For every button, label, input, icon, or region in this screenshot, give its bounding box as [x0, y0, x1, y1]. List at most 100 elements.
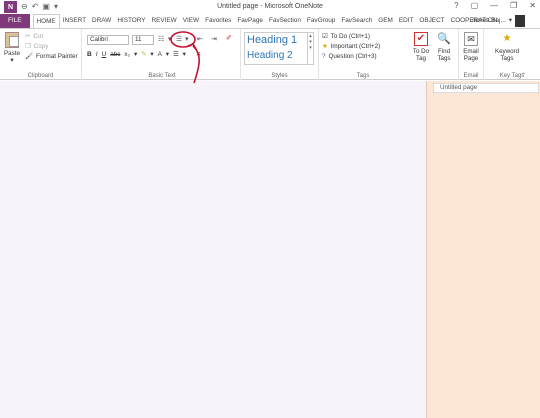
tags-group-label: Tags	[356, 73, 370, 79]
ribbon-tabs: FILE HOME INSERT DRAW HISTORY REVIEW VIE…	[0, 14, 540, 28]
user-account[interactable]: James Baj... ▾	[471, 14, 525, 28]
tab-view[interactable]: VIEW	[180, 14, 202, 28]
format-painter-button[interactable]: 🖌 Format Painter	[25, 52, 78, 62]
title-bar: N ⊖ ↶ ▣ ▾ Untitled page - Microsoft OneN…	[0, 0, 540, 14]
tab-history[interactable]: HISTORY	[114, 14, 148, 28]
cut-label: Cut	[33, 33, 44, 40]
tag-important-label: Important (Ctrl+2)	[330, 43, 381, 50]
chevron-down-icon: ▾	[10, 57, 14, 64]
avatar	[515, 15, 525, 27]
tab-favorites[interactable]: Favorites	[202, 14, 234, 28]
bold-button[interactable]: B	[87, 51, 92, 58]
tag-todo[interactable]: ☑ To Do (Ctrl+1)	[322, 32, 406, 42]
strikethrough-button[interactable]: abc	[110, 51, 120, 58]
tab-insert[interactable]: INSERT	[60, 14, 89, 28]
paste-button[interactable]: Paste ▾	[2, 32, 22, 64]
font-name-input[interactable]: Calibri	[87, 35, 129, 45]
tab-favpage[interactable]: FavPage	[234, 14, 266, 28]
paintbrush-icon: 🖌	[25, 53, 33, 60]
tab-favsearch[interactable]: FavSearch	[338, 14, 375, 28]
ribbon-display-icon[interactable]: ▢	[471, 1, 479, 10]
tab-draw[interactable]: DRAW	[89, 14, 114, 28]
style-heading-1[interactable]: Heading 1	[247, 34, 297, 46]
copy-label: Copy	[33, 43, 49, 50]
chevron-down-icon[interactable]: ▾	[168, 35, 172, 43]
styles-group: Heading 1 Heading 2 ▴ ▾ ▾ Styles	[241, 29, 319, 80]
collapse-ribbon-icon[interactable]: ⌃	[521, 72, 526, 79]
clipboard-group-label: Clipboard	[27, 73, 54, 79]
clipboard-group: Paste ▾ ✂ Cut ❐ Copy 🖌 Format Painter Clipb…	[0, 29, 82, 80]
minimize-icon[interactable]: —	[490, 1, 498, 10]
copy-icon: ❐	[25, 43, 31, 50]
star-icon: ★	[322, 43, 328, 50]
basic-text-group: Calibri 11 ☷ ▾ ☰ ▾ ⇤ ⇥ ✐ B I U abc x₂ ▾ …	[84, 29, 241, 80]
email-page-label: Email Page	[463, 48, 479, 62]
key-tags-group-label: Key Tags	[499, 73, 525, 79]
restore-icon[interactable]: ❐	[510, 1, 517, 10]
close-icon[interactable]: ✕	[529, 1, 536, 10]
page-item[interactable]: Untitled page	[433, 83, 539, 93]
email-group-label: Email	[463, 73, 479, 79]
scissors-icon: ✂	[25, 33, 31, 40]
clipboard-actions: ✂ Cut ❐ Copy 🖌 Format Painter	[25, 32, 78, 62]
styles-gallery[interactable]: Heading 1 Heading 2 ▴ ▾ ▾	[244, 32, 314, 65]
tab-favgroup[interactable]: FavGroup	[304, 14, 338, 28]
find-tags-button[interactable]: 🔍 Find Tags	[433, 32, 455, 62]
tab-file[interactable]: FILE	[0, 14, 30, 28]
help-icon[interactable]: ?	[454, 1, 458, 10]
chevron-down-icon[interactable]: ▾	[185, 35, 189, 43]
tab-gem[interactable]: GEM	[375, 14, 396, 28]
window-controls: ? ▢ — ❐ ✕	[454, 1, 536, 10]
chevron-down-icon[interactable]: ▾	[166, 51, 169, 58]
page-list-panel: Untitled page	[426, 81, 540, 418]
chevron-down-icon[interactable]: ▾	[134, 51, 137, 58]
find-tags-label: Find Tags	[437, 48, 451, 62]
paste-label: Paste	[3, 50, 21, 57]
tab-object[interactable]: OBJECT	[416, 14, 447, 28]
checkbox-icon: ☑	[322, 33, 328, 40]
chevron-down-icon[interactable]: ▾	[150, 51, 153, 58]
keyword-star-icon: ★	[502, 33, 512, 44]
tag-question[interactable]: ? Question (Ctrl+3)	[322, 52, 406, 62]
font-size-input[interactable]: 11	[132, 35, 154, 45]
tags-group: ☑ To Do (Ctrl+1) ★ Important (Ctrl+2) ? Que…	[319, 29, 459, 80]
styles-group-label: Styles	[271, 73, 288, 79]
format-row: B I U abc x₂ ▾ ✎ ▾ A ▾ ☰ ▾ ✕	[87, 51, 201, 58]
decrease-indent-icon[interactable]: ⇤	[197, 35, 203, 43]
delete-icon[interactable]: ✕	[196, 51, 201, 58]
chevron-down-icon: ▾	[508, 17, 512, 24]
cut-button[interactable]: ✂ Cut	[25, 32, 78, 42]
style-heading-2[interactable]: Heading 2	[247, 50, 293, 61]
copy-button[interactable]: ❐ Copy	[25, 42, 78, 52]
keyword-tags-button[interactable]: ★ Keyword Tags	[492, 32, 522, 62]
tab-favsection[interactable]: FavSection	[266, 14, 304, 28]
highlight-icon[interactable]: ✎	[141, 51, 146, 58]
chevron-down-icon[interactable]: ▾	[183, 51, 186, 58]
tab-review[interactable]: REVIEW	[149, 14, 180, 28]
styles-scroll[interactable]: ▴ ▾ ▾	[307, 33, 313, 64]
ribbon: Paste ▾ ✂ Cut ❐ Copy 🖌 Format Painter Clipb…	[0, 28, 540, 80]
tag-question-label: Question (Ctrl+3)	[328, 53, 377, 60]
clipboard-icon	[5, 32, 19, 48]
numbering-icon[interactable]: ☰	[176, 35, 182, 43]
tag-important[interactable]: ★ Important (Ctrl+2)	[322, 42, 406, 52]
italic-button[interactable]: I	[96, 51, 98, 58]
key-tags-group: ★ Keyword Tags Key Tags ⌃	[484, 29, 540, 80]
bullets-icon[interactable]: ☷	[158, 35, 164, 43]
email-page-button[interactable]: ✉ Email Page	[460, 32, 482, 62]
email-group: ✉ Email Page Email	[459, 29, 484, 80]
increase-indent-icon[interactable]: ⇥	[211, 35, 217, 43]
tab-home[interactable]: HOME	[32, 14, 60, 28]
basic-text-group-label: Basic Text	[148, 73, 176, 79]
font-color-icon[interactable]: A	[158, 51, 162, 58]
keyword-tags-label: Keyword Tags	[494, 48, 520, 62]
clear-formatting-icon[interactable]: ✐	[226, 34, 232, 42]
subscript-button[interactable]: x₂	[124, 51, 130, 58]
tags-gallery[interactable]: ☑ To Do (Ctrl+1) ★ Important (Ctrl+2) ? Que…	[322, 32, 406, 62]
align-icon[interactable]: ☰	[173, 51, 179, 58]
note-canvas[interactable]	[0, 81, 426, 418]
todo-tag-label: To Do Tag	[412, 48, 430, 62]
tab-edit[interactable]: EDIT	[396, 14, 417, 28]
underline-button[interactable]: U	[102, 51, 107, 58]
todo-tag-button[interactable]: ✔ To Do Tag	[410, 32, 432, 62]
